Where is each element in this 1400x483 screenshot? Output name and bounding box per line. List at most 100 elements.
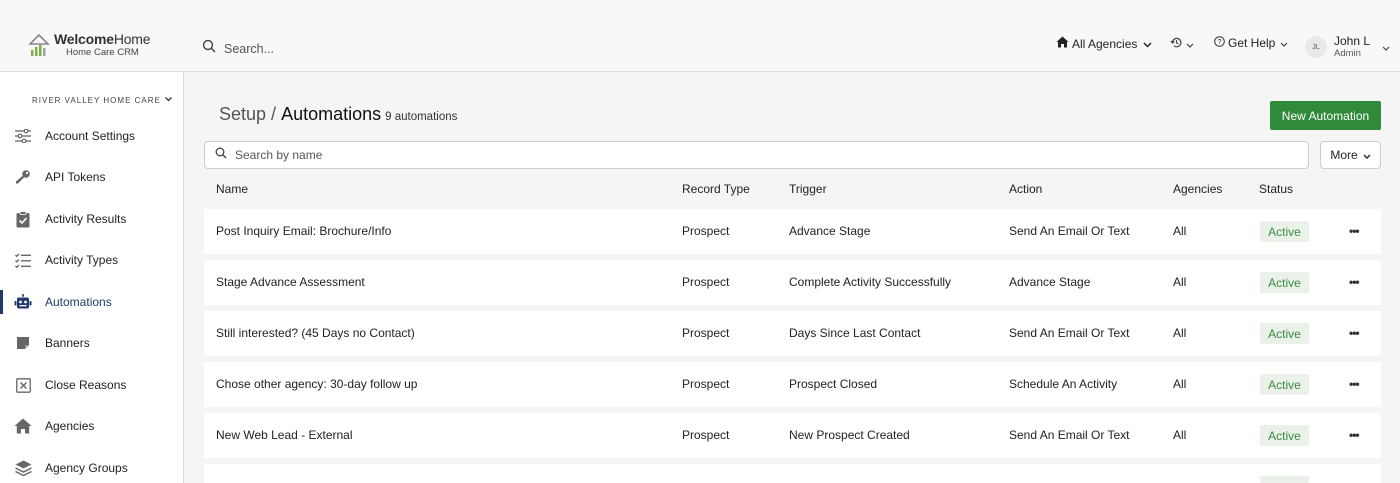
status-badge: Active [1260, 272, 1309, 293]
table-row[interactable] [204, 464, 1381, 483]
row-actions-icon[interactable]: ••• [1349, 326, 1360, 340]
help-label: Get Help [1228, 36, 1276, 50]
search-by-name-input[interactable] [235, 148, 1035, 162]
automation-name[interactable]: Still interested? (45 Days no Contact) [216, 326, 415, 340]
agencies: All [1173, 428, 1187, 442]
table-row[interactable]: New Web Lead - External Prospect New Pro… [204, 413, 1381, 458]
global-search[interactable]: Search... [202, 39, 274, 58]
org-name: RIVER VALLEY HOME CARE [32, 96, 161, 105]
sidebar-item-label: Banners [45, 336, 90, 350]
help-dropdown[interactable]: ? Get Help [1214, 36, 1288, 50]
clipboard-check-icon [14, 210, 32, 228]
action: Schedule An Activity [1009, 377, 1118, 391]
record-type: Prospect [682, 377, 730, 391]
key-icon [14, 168, 32, 186]
history-icon [1170, 36, 1183, 52]
sidebar-item-banners[interactable]: Banners [0, 325, 183, 361]
sliders-icon [14, 127, 32, 145]
record-type: Prospect [682, 275, 730, 289]
chevron-down-icon [1363, 148, 1371, 162]
user-menu[interactable]: JL John L Admin [1305, 34, 1390, 60]
sidebar-item-label: Close Reasons [45, 378, 127, 392]
table-row[interactable]: Post Inquiry Email: Brochure/Info Prospe… [204, 209, 1381, 254]
chevron-down-icon [1382, 40, 1390, 54]
sidebar-item-label: Activity Types [45, 253, 119, 267]
column-header-action[interactable]: Action [1009, 182, 1042, 196]
row-actions-icon[interactable]: ••• [1349, 224, 1360, 238]
agencies-dropdown[interactable]: All Agencies [1056, 36, 1152, 51]
app-logo[interactable]: WelcomeHome Home Care CRM [28, 31, 151, 58]
banner-icon [14, 334, 32, 352]
row-actions-icon[interactable]: ••• [1349, 275, 1360, 289]
automation-name[interactable]: New Web Lead - External [216, 428, 353, 442]
table-row[interactable]: Chose other agency: 30-day follow up Pro… [204, 362, 1381, 407]
org-switcher[interactable]: RIVER VALLEY HOME CARE [32, 96, 173, 105]
trigger: Complete Activity Successfully [789, 275, 952, 289]
sidebar-item-activity-results[interactable]: Activity Results [0, 201, 183, 237]
agencies: All [1173, 275, 1187, 289]
more-button[interactable]: More [1320, 141, 1381, 169]
sidebar-item-label: API Tokens [45, 170, 106, 184]
sidebar-item-label: Agency Groups [45, 461, 128, 475]
chevron-down-icon [1280, 36, 1288, 50]
svg-text:?: ? [1217, 37, 1221, 46]
column-header-status[interactable]: Status [1259, 182, 1293, 196]
page-heading: Setup / Automations 9 automations [219, 104, 457, 125]
sidebar-item-label: Activity Results [45, 212, 127, 226]
agencies: All [1173, 224, 1187, 238]
agencies: All [1173, 377, 1187, 391]
question-circle-icon: ? [1214, 36, 1225, 50]
sidebar-item-activity-types[interactable]: Activity Types [0, 242, 183, 278]
sidebar-item-label: Automations [45, 295, 112, 309]
automation-name[interactable]: Chose other agency: 30-day follow up [216, 377, 417, 391]
sidebar-item-close-reasons[interactable]: Close Reasons [0, 367, 183, 403]
column-header-trigger[interactable]: Trigger [789, 182, 827, 196]
status-badge: Active [1260, 221, 1309, 242]
action: Send An Email Or Text [1009, 428, 1130, 442]
record-type: Prospect [682, 428, 730, 442]
sidebar-item-api-tokens[interactable]: API Tokens [0, 159, 183, 195]
sidebar-item-automations[interactable]: Automations [0, 284, 183, 320]
sidebar-item-agency-groups[interactable]: Agency Groups [0, 450, 183, 483]
search-icon [215, 146, 227, 164]
trigger: New Prospect Created [789, 428, 910, 442]
action: Send An Email Or Text [1009, 224, 1130, 238]
search-icon [202, 39, 216, 58]
new-automation-button[interactable]: New Automation [1270, 101, 1381, 130]
sidebar-item-agencies[interactable]: Agencies [0, 408, 183, 444]
user-role: Admin [1334, 47, 1361, 59]
sidebar-item-account-settings[interactable]: Account Settings [0, 118, 183, 154]
automation-name[interactable]: Post Inquiry Email: Brochure/Info [216, 224, 391, 238]
table-row[interactable]: Still interested? (45 Days no Contact) P… [204, 311, 1381, 356]
chevron-down-icon [1143, 37, 1152, 51]
trigger: Advance Stage [789, 224, 871, 238]
robot-icon [14, 293, 32, 311]
automation-name[interactable]: Stage Advance Assessment [216, 275, 365, 289]
layers-icon [14, 459, 32, 477]
row-actions-icon[interactable]: ••• [1349, 428, 1360, 442]
close-box-icon [14, 376, 32, 394]
user-name: John L [1334, 34, 1371, 48]
row-actions-icon[interactable]: ••• [1349, 377, 1360, 391]
chevron-down-icon [1186, 37, 1194, 51]
trigger: Prospect Closed [789, 377, 878, 391]
agencies: All [1173, 326, 1187, 340]
table-row[interactable]: Stage Advance Assessment Prospect Comple… [204, 260, 1381, 305]
record-type: Prospect [682, 224, 730, 238]
trigger: Days Since Last Contact [789, 326, 921, 340]
logo-house-icon [28, 32, 50, 58]
column-header-name[interactable]: Name [216, 182, 248, 196]
home-icon [1056, 36, 1069, 51]
action: Advance Stage [1009, 275, 1091, 289]
column-header-agencies[interactable]: Agencies [1173, 182, 1222, 196]
breadcrumb-setup[interactable]: Setup [219, 104, 266, 125]
history-dropdown[interactable] [1170, 36, 1194, 52]
global-search-input[interactable]: Search... [224, 42, 274, 56]
status-badge: Active [1260, 425, 1309, 446]
name-search [204, 141, 1309, 169]
column-header-record-type[interactable]: Record Type [682, 182, 750, 196]
status-badge: Active [1260, 323, 1309, 344]
logo-title: WelcomeHome [54, 31, 151, 48]
breadcrumb-separator: / [271, 104, 277, 124]
sidebar-item-label: Account Settings [45, 129, 136, 143]
